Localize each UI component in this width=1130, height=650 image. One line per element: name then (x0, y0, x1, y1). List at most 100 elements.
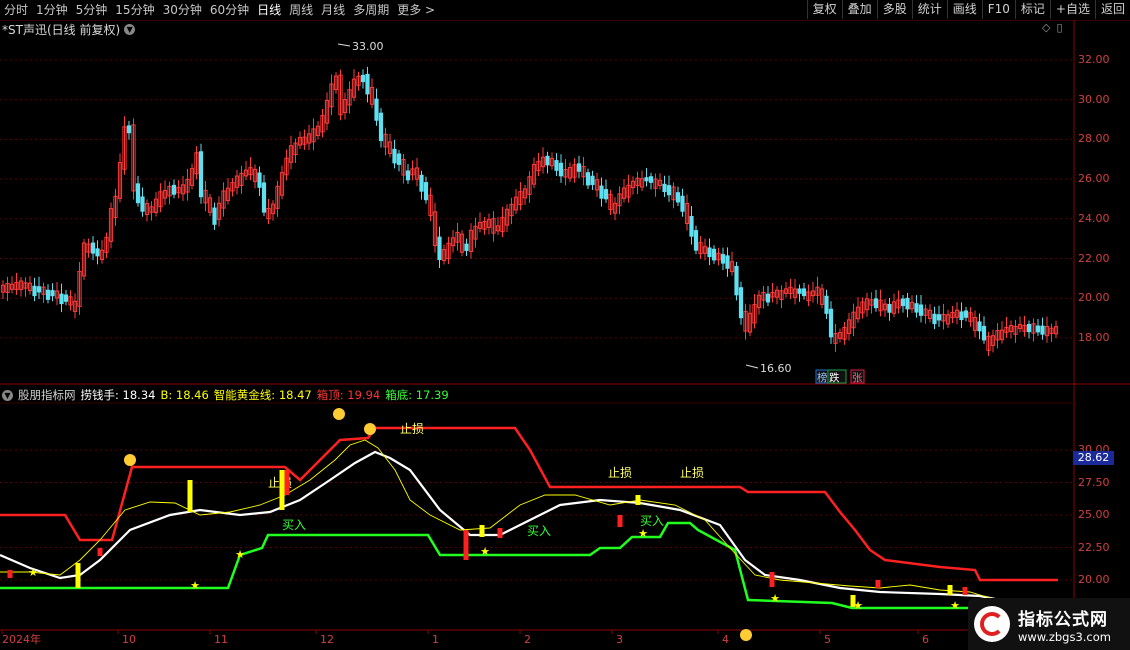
candle-body (90, 242, 96, 254)
indicator-value-2: 智能黄金线: 18.47 (213, 388, 312, 402)
candle-body (257, 172, 262, 188)
candle-body (887, 303, 892, 313)
star-icon: ★ (950, 599, 960, 612)
candle-body (360, 74, 366, 83)
candle-body (126, 125, 132, 134)
price-axis-label: 32.00 (1078, 53, 1110, 66)
candle-body (419, 174, 424, 192)
time-axis-label: 2024年 (2, 632, 41, 646)
signal-bar (284, 470, 290, 495)
candle-body (59, 293, 64, 305)
signal-bar (617, 515, 623, 527)
candle-body (977, 321, 982, 332)
price-axis-label: 26.00 (1078, 172, 1110, 186)
candle-body (45, 289, 51, 300)
signal-bar (479, 525, 485, 537)
indicator-value-1: B: 18.46 (160, 388, 209, 402)
time-axis-label: 11 (214, 633, 228, 646)
candle-body (662, 183, 667, 193)
watermark-title: 指标公式网 (1018, 609, 1108, 630)
candle-body (828, 308, 834, 338)
box-top-line (0, 426, 1058, 582)
candle-body (135, 183, 141, 204)
star-icon: ★ (638, 527, 648, 540)
candle-body (725, 255, 730, 269)
high-marker-line (337, 43, 351, 47)
time-axis-label: 1 (432, 633, 439, 646)
signal-bar (769, 572, 775, 587)
trend-white-line (0, 450, 1001, 602)
candle-body (554, 160, 559, 171)
signal-bar (962, 587, 968, 595)
candle-body (576, 163, 582, 172)
candle-body (36, 286, 42, 293)
candle-body (423, 182, 429, 201)
indicator-axis-label: 27.50 (1078, 475, 1110, 489)
star-icon: ★ (770, 592, 780, 605)
time-axis-label: 10 (122, 633, 136, 646)
candle-body (981, 325, 987, 341)
buy-label: 买入 (282, 518, 306, 532)
time-axis-label: 5 (824, 633, 831, 646)
price-axis-label: 20.00 (1078, 291, 1110, 305)
candle-body (905, 297, 910, 310)
smiley-icon (124, 454, 136, 466)
smiley-icon (740, 629, 752, 641)
star-icon: ★ (28, 566, 38, 579)
star-icon: ★ (235, 548, 245, 561)
time-axis-label: 4 (722, 633, 729, 646)
candle-body (437, 236, 442, 261)
candle-body (603, 189, 609, 200)
candle-body (675, 192, 681, 203)
candle-body (707, 247, 712, 258)
badge-1: 跌 (829, 371, 840, 384)
indicator-header: ▼ 股朋指标网 捞钱手: 18.34 B: 18.46 智能黄金线: 18.47 箱顶… (2, 387, 449, 403)
candle-body (374, 98, 379, 121)
candle-body (405, 170, 411, 181)
signal-bar (7, 570, 13, 578)
candle-body (963, 310, 969, 318)
chart-canvas[interactable]: 33.0016.60榜跌张止损止损止损止损买入买入买入★★★★★★★★2024年… (0, 0, 1130, 650)
price-axis-label: 30.00 (1078, 92, 1110, 106)
badge-2: 张 (852, 372, 863, 384)
current-value-tag: 28.62 (1073, 451, 1114, 465)
candle-body (765, 293, 771, 303)
chevron-down-icon[interactable]: ▼ (2, 389, 13, 401)
candle-body (711, 248, 717, 261)
candle-body (666, 185, 672, 196)
indicator-axis-label: 22.50 (1078, 540, 1110, 554)
signal-bar (875, 580, 881, 588)
candle-body (171, 184, 177, 195)
price-axis-label: 24.00 (1078, 211, 1110, 225)
candle-body (824, 295, 829, 314)
time-axis-label: 12 (320, 633, 334, 646)
time-axis-label: 2 (524, 633, 531, 646)
candle-body (644, 177, 649, 182)
badge-0: 榜 (817, 371, 828, 384)
time-axis-label: 3 (616, 633, 623, 646)
indicator-value-3: 箱顶: 19.94 (316, 388, 381, 402)
price-axis-label: 28.00 (1078, 132, 1110, 146)
candle-body (590, 175, 595, 185)
smiley-icon (333, 408, 345, 420)
candle-body (797, 288, 802, 294)
candle-body (392, 148, 397, 164)
candle-body (1035, 325, 1041, 333)
indicator-name[interactable]: 股朋指标网 (18, 387, 76, 403)
indicator-value-4: 箱底: 17.39 (385, 388, 449, 402)
stop-loss-label: 止损 (680, 466, 704, 480)
candle-body (801, 288, 807, 297)
indicator-axis-label: 25.00 (1078, 508, 1110, 521)
stop-loss-label: 止损 (608, 466, 632, 480)
logo-icon (974, 606, 1010, 642)
buy-label: 买入 (527, 524, 551, 538)
candle-body (464, 243, 469, 251)
candle-body (378, 112, 384, 142)
candle-body (936, 314, 942, 321)
candle-body (1040, 325, 1045, 335)
low-marker-line (745, 364, 759, 369)
candle-body (140, 196, 145, 212)
candle-body (261, 182, 267, 213)
candle-body (1026, 323, 1032, 333)
stop-loss-label: 止损 (400, 422, 424, 436)
